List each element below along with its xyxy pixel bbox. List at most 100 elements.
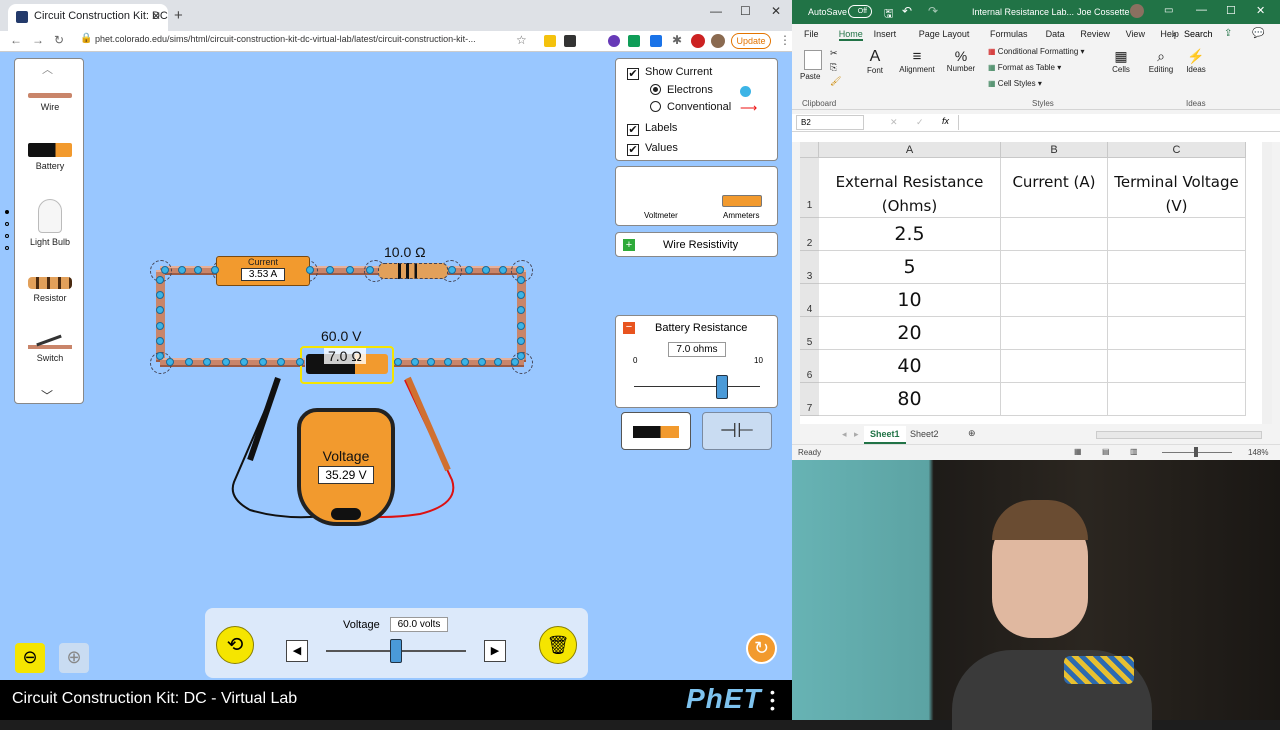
search-label[interactable]: Search [1184, 29, 1213, 39]
menu-review[interactable]: Review [1080, 29, 1110, 39]
extension-icon[interactable] [608, 35, 620, 47]
maximize-icon[interactable]: ☐ [1226, 4, 1236, 17]
terminal-voltage-cell[interactable] [1108, 350, 1246, 383]
ammeter[interactable]: Current 3.53 A [216, 256, 310, 286]
voltmeter-tool-label[interactable]: Voltmeter [644, 211, 678, 220]
battery-resistance-track[interactable] [634, 386, 760, 387]
zoom-out-button[interactable]: ⊖ [15, 643, 45, 673]
menu-insert[interactable]: Insert [874, 29, 897, 39]
current-cell[interactable] [1001, 383, 1108, 416]
decrease-voltage-button[interactable]: ◀ [286, 640, 308, 662]
values-checkbox[interactable]: ✔ Values [627, 142, 678, 156]
row-header[interactable]: 2 [800, 218, 819, 251]
increase-voltage-button[interactable]: ▶ [484, 640, 506, 662]
column-header-c[interactable]: C [1108, 142, 1246, 158]
fx-icon[interactable]: fx [942, 116, 949, 126]
ammeter-tool-icon[interactable] [722, 195, 762, 207]
current-cell[interactable] [1001, 350, 1108, 383]
minimize-icon[interactable]: — [710, 4, 722, 18]
sheet-tab-sheet2[interactable]: Sheet2 [910, 429, 939, 439]
current-cell[interactable] [1001, 218, 1108, 251]
row-header[interactable]: 4 [800, 284, 819, 317]
reset-all-button[interactable]: ↻ [746, 633, 777, 664]
browser-menu-icon[interactable]: ⋮ [779, 33, 791, 47]
electrons-radio[interactable]: Electrons [650, 84, 713, 96]
browser-tab[interactable]: Circuit Construction Kit: DC - Vir ✕ [8, 4, 168, 31]
cancel-icon[interactable]: ✕ [890, 117, 898, 128]
page-dot[interactable] [5, 222, 9, 226]
scroll-down-icon[interactable]: ﹀ [41, 387, 53, 404]
save-icon[interactable]: 🖫 [884, 5, 893, 24]
terminal-voltage-cell[interactable] [1108, 218, 1246, 251]
page-dot[interactable] [5, 210, 9, 214]
reload-icon[interactable]: ↻ [54, 33, 64, 47]
collapse-icon[interactable]: − [623, 322, 635, 334]
header-cell[interactable]: Terminal Voltage (V) [1108, 158, 1246, 218]
ammeters-tool-label[interactable]: Ammeters [723, 211, 759, 220]
user-avatar[interactable] [1130, 4, 1144, 18]
toolbox-light-bulb[interactable]: Light Bulb [15, 199, 85, 247]
horizontal-scrollbar[interactable] [1096, 431, 1262, 439]
zoom-in-button[interactable]: ⊕ [59, 643, 89, 673]
resistance-cell[interactable]: 10 [819, 284, 1001, 317]
toolbox-battery[interactable]: Battery [15, 143, 85, 171]
cell-styles-button[interactable]: ▦ Cell Styles ▾ [988, 79, 1042, 88]
resistance-cell[interactable]: 20 [819, 317, 1001, 350]
page-layout-icon[interactable]: ▤ [1102, 447, 1110, 456]
editing-group[interactable]: ⌕ Editing [1144, 44, 1178, 110]
wire-resistivity-panel[interactable]: + Wire Resistivity [615, 232, 778, 257]
number-group[interactable]: % Number [944, 44, 978, 110]
conventional-radio[interactable]: Conventional [650, 101, 731, 113]
terminal-voltage-cell[interactable] [1108, 317, 1246, 350]
menu-data[interactable]: Data [1046, 29, 1065, 39]
url-field[interactable]: phet.colorado.edu/sims/html/circuit-cons… [95, 34, 476, 44]
zoom-slider-thumb[interactable] [1194, 447, 1198, 457]
expand-icon[interactable]: + [623, 239, 635, 251]
show-current-checkbox[interactable]: ✔ Show Current [627, 66, 712, 80]
enter-icon[interactable]: ✓ [916, 117, 924, 128]
forward-icon[interactable]: → [32, 33, 44, 47]
redo-icon[interactable]: ↷ [928, 4, 938, 18]
toolbox-switch[interactable]: Switch [15, 334, 85, 363]
extension-icon[interactable] [628, 35, 640, 47]
back-icon[interactable]: ← [10, 33, 22, 47]
close-icon[interactable]: ✕ [1256, 4, 1265, 17]
menu-formulas[interactable]: Formulas [990, 29, 1028, 39]
menu-page-layout[interactable]: Page Layout [919, 29, 970, 39]
page-dot[interactable] [5, 234, 9, 238]
update-button[interactable]: Update [731, 33, 771, 49]
menu-file[interactable]: File [804, 29, 819, 39]
labels-checkbox[interactable]: ✔ Labels [627, 122, 677, 136]
phet-logo[interactable]: PhET [686, 683, 762, 715]
column-header-a[interactable]: A [819, 142, 1001, 158]
conditional-formatting-button[interactable]: ▦ Conditional Formatting ▾ [988, 47, 1085, 56]
share-icon[interactable]: ⇪ [1224, 28, 1232, 39]
current-cell[interactable] [1001, 251, 1108, 284]
resistance-cell[interactable]: 40 [819, 350, 1001, 383]
header-cell[interactable]: Current (A) [1001, 158, 1108, 218]
toolbox-resistor[interactable]: Resistor [15, 277, 85, 303]
extension-icon[interactable] [650, 35, 662, 47]
ideas-group[interactable]: ⚡ Ideas Ideas [1184, 44, 1208, 110]
maximize-icon[interactable]: ☐ [740, 4, 751, 18]
red-probe[interactable] [405, 376, 451, 472]
row-header[interactable]: 1 [800, 158, 819, 218]
ribbon-display-icon[interactable]: ▭ [1164, 5, 1173, 16]
cut-icon[interactable]: ✂ [830, 48, 838, 59]
font-group[interactable]: A Font [860, 44, 890, 110]
add-sheet-icon[interactable]: ⊕ [968, 428, 976, 439]
cells-group[interactable]: ▦ Cells [1108, 44, 1134, 110]
copy-icon[interactable]: ⎘ [830, 62, 837, 73]
format-painter-icon[interactable]: 🖌 [830, 76, 841, 87]
battery-resistance-thumb[interactable] [716, 375, 729, 399]
trash-button[interactable]: 🗑 [539, 626, 577, 664]
page-break-icon[interactable]: ▥ [1130, 447, 1138, 456]
row-header[interactable]: 5 [800, 317, 819, 350]
phet-menu-icon[interactable]: • • • [770, 685, 775, 715]
next-sheet-icon[interactable]: ▸ [854, 429, 859, 440]
sheet-tab-sheet1[interactable]: Sheet1 [864, 426, 906, 444]
comments-icon[interactable]: 💬 [1252, 28, 1264, 39]
resistor[interactable] [378, 263, 448, 279]
column-header-b[interactable]: B [1001, 142, 1108, 158]
name-box[interactable]: B2 [796, 115, 864, 130]
